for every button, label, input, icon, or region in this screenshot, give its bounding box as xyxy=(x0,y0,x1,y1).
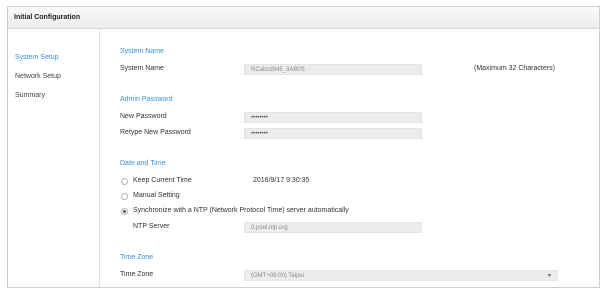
keep-current-time-radio[interactable] xyxy=(121,178,128,185)
system-name-section-title: System Name xyxy=(120,48,164,55)
time-zone-select[interactable]: (GMT+08:00) Taipei ▾ xyxy=(244,270,558,281)
sidebar-item-network-setup[interactable]: Network Setup xyxy=(8,67,99,86)
system-name-input[interactable]: RCabcd945_3AB0S xyxy=(244,64,422,75)
ntp-sync-label: Synchronize with a NTP (Network Protocol… xyxy=(133,207,349,214)
initial-configuration-window: Initial Configuration System Setup Netwo… xyxy=(7,6,600,288)
time-zone-selected-value: (GMT+08:00) Taipei xyxy=(251,273,305,279)
date-time-section-title: Date and Time xyxy=(120,160,166,167)
retype-password-input[interactable]: •••••••• xyxy=(244,128,422,139)
sidebar-nav: System Setup Network Setup Summary xyxy=(8,29,100,287)
chevron-down-icon: ▾ xyxy=(547,273,551,279)
current-time-value: 2016/9/17 9:30:35 xyxy=(253,177,310,184)
manual-setting-label: Manual Setting xyxy=(133,192,180,199)
admin-password-section-title: Admin Password xyxy=(120,96,173,103)
system-name-hint: (Maximum 32 Characters) xyxy=(474,65,555,72)
window-titlebar: Initial Configuration xyxy=(8,7,599,29)
keep-current-time-label: Keep Current Time xyxy=(133,177,192,184)
ntp-sync-radio[interactable] xyxy=(121,208,128,215)
time-zone-section-title: Time Zone xyxy=(120,254,154,261)
sidebar-item-summary[interactable]: Summary xyxy=(8,86,99,105)
retype-password-label: Retype New Password xyxy=(120,129,191,136)
sidebar-item-system-setup[interactable]: System Setup xyxy=(8,48,99,67)
manual-setting-radio[interactable] xyxy=(121,193,128,200)
main-panel: System Name System Name RCabcd945_3AB0S … xyxy=(100,29,599,287)
window-title: Initial Configuration xyxy=(14,14,81,21)
new-password-input[interactable]: •••••••• xyxy=(244,112,422,123)
time-zone-label: Time Zone xyxy=(120,271,154,278)
ntp-server-input[interactable]: 0.pool.ntp.org xyxy=(244,222,422,233)
new-password-label: New Password xyxy=(120,113,167,120)
system-name-label: System Name xyxy=(120,65,164,72)
ntp-server-label: NTP Server xyxy=(133,223,170,230)
